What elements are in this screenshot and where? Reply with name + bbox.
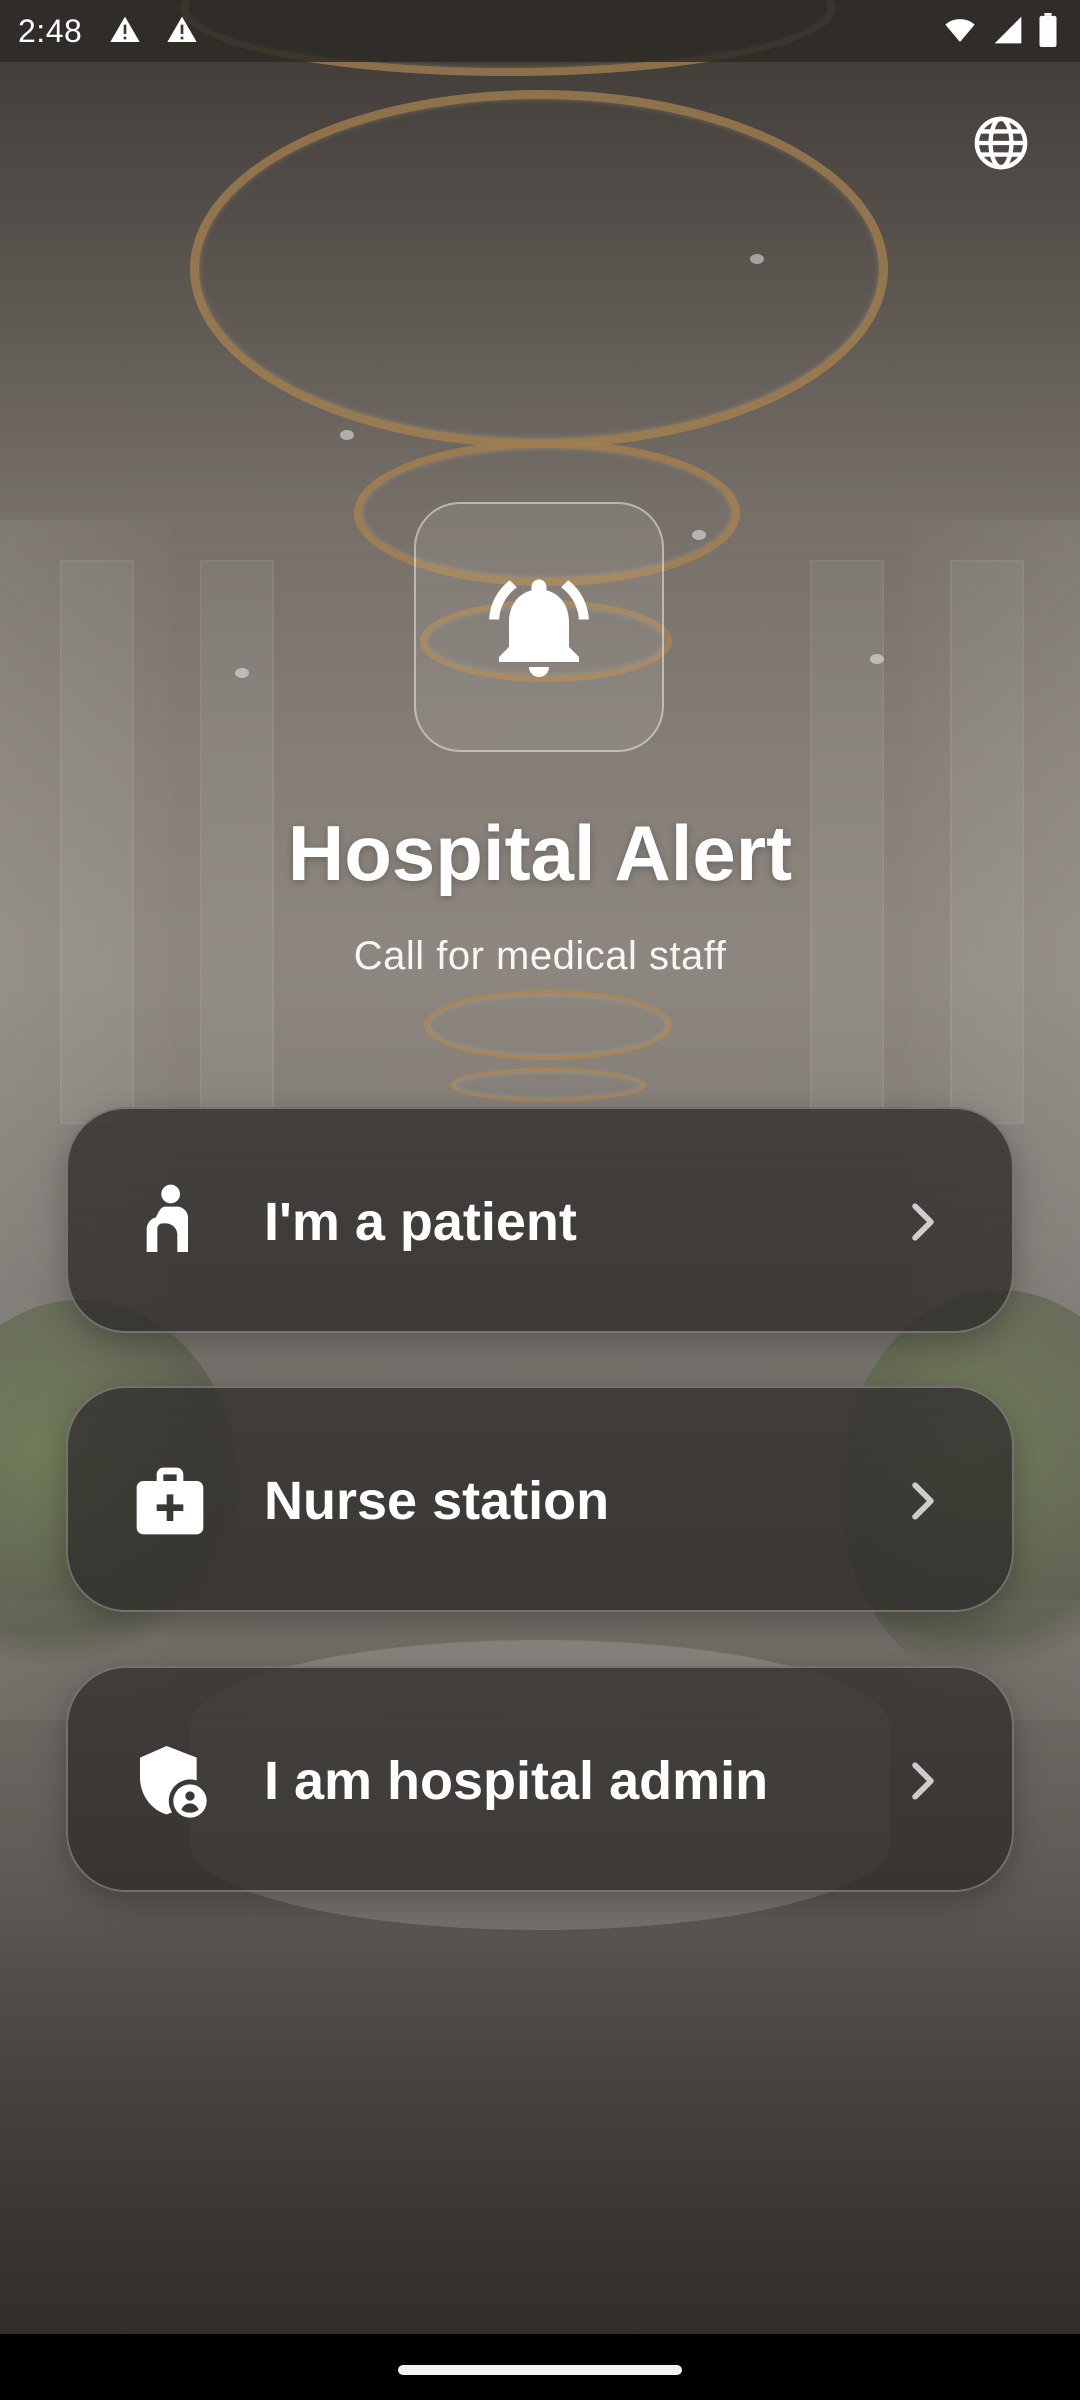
wifi-icon	[945, 19, 975, 42]
chevron-right-icon	[912, 1482, 934, 1520]
warning-icon	[110, 16, 140, 42]
status-time: 2:48	[18, 13, 83, 49]
signal-icon	[994, 16, 1022, 44]
chevron-right-icon	[912, 1762, 934, 1800]
chevron-right-icon	[912, 1203, 934, 1241]
warning-icon	[167, 16, 197, 42]
nurse-station-role-label: Nurse station	[264, 1471, 610, 1531]
app-title: Hospital Alert	[287, 809, 793, 897]
bell-alert-icon	[489, 579, 589, 677]
globe-icon[interactable]	[972, 114, 1030, 172]
hospital-admin-role-label: I am hospital admin	[264, 1751, 769, 1811]
home-gesture-handle[interactable]	[398, 2365, 682, 2375]
app-subtitle: Call for medical staff	[353, 934, 727, 978]
app-logo	[414, 502, 664, 752]
medical-kit-icon	[136, 1467, 204, 1535]
battery-icon	[1039, 13, 1057, 47]
status-bar: 2:48	[0, 0, 1080, 62]
patient-role-label: I'm a patient	[264, 1192, 577, 1252]
hospital-admin-role-button[interactable]: I am hospital admin	[66, 1666, 1014, 1892]
admin-shield-icon	[140, 1746, 207, 1818]
patient-icon	[146, 1184, 188, 1252]
nurse-station-role-button[interactable]: Nurse station	[66, 1386, 1014, 1612]
patient-role-button[interactable]: I'm a patient	[66, 1107, 1014, 1333]
